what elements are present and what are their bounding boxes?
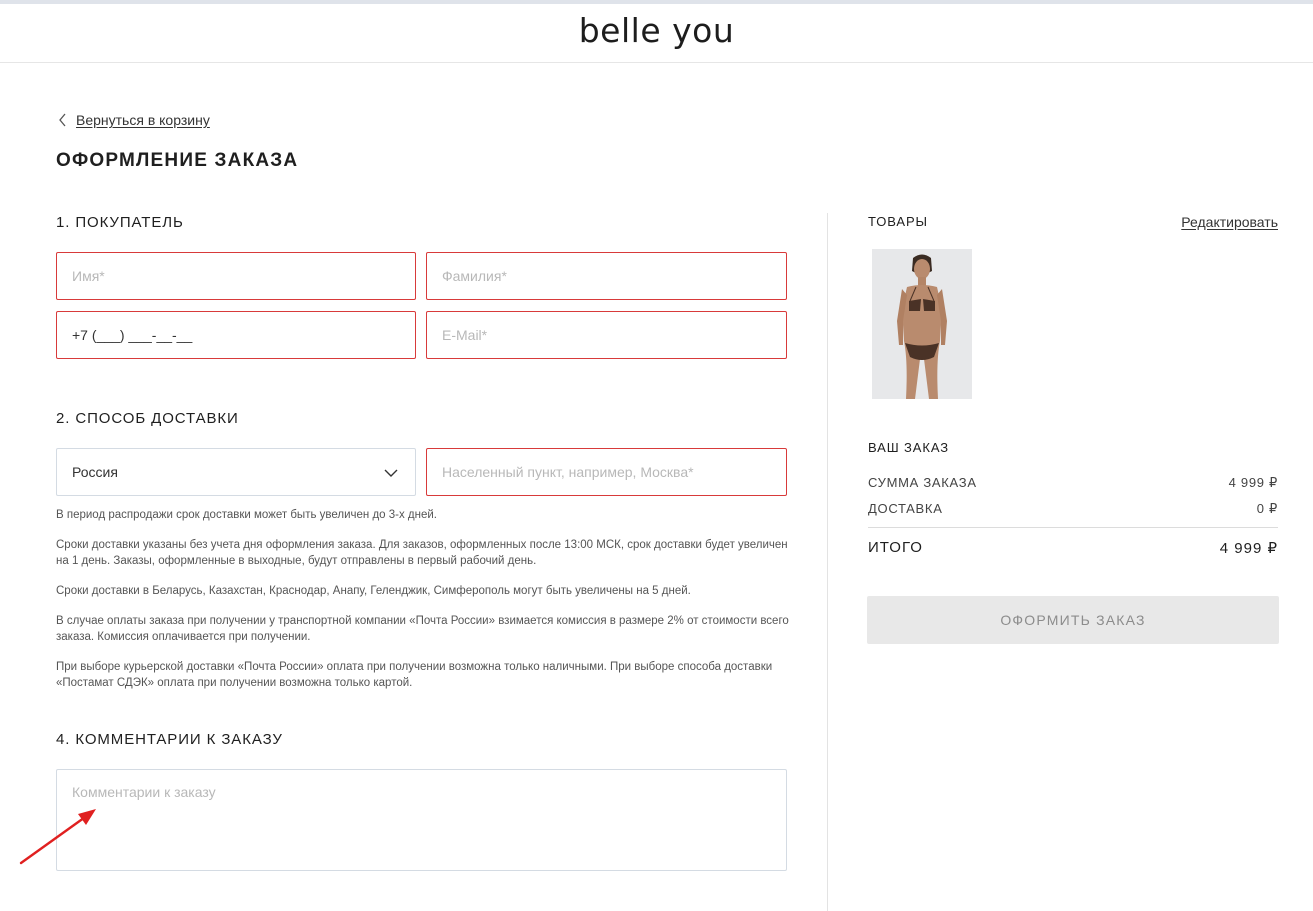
delivery-section-title: 2. СПОСОБ ДОСТАВКИ (56, 410, 239, 427)
last-name-input[interactable]: Фамилия* (426, 252, 787, 300)
product-thumbnail[interactable] (872, 249, 972, 399)
back-to-cart-label: Вернуться в корзину (76, 112, 210, 128)
comment-textarea[interactable]: Комментарии к заказу (56, 769, 787, 871)
annotation-arrow-icon (19, 809, 96, 865)
country-select-value: Россия (72, 464, 118, 480)
chevron-left-icon (59, 113, 66, 127)
phone-input[interactable]: +7 (___) ___-__-__ (56, 311, 416, 359)
delivery-note: В период распродажи срок доставки может … (56, 509, 438, 521)
goods-title: ТОВАРЫ (868, 214, 928, 229)
delivery-notes: В период распродажи срок доставки может … (56, 507, 791, 705)
first-name-input[interactable]: Имя* (56, 252, 416, 300)
delivery-note: Сроки доставки в Беларусь, Казахстан, Кр… (56, 585, 691, 597)
delivery-note: В случае оплаты заказа при получении у т… (56, 615, 789, 643)
total-row: ИТОГО 4 999 ₽ (868, 539, 1278, 557)
page-title: ОФОРМЛЕНИЕ ЗАКАЗА (56, 150, 299, 171)
chevron-down-icon (384, 469, 398, 477)
comments-section-title: 4. КОММЕНТАРИИ К ЗАКАЗУ (56, 731, 283, 748)
order-sum-label: СУММА ЗАКАЗА (868, 475, 977, 490)
brand-logo[interactable]: belle you (0, 11, 1313, 50)
order-title: ВАШ ЗАКАЗ (868, 440, 950, 455)
buyer-section-title: 1. ПОКУПАТЕЛЬ (56, 214, 184, 231)
column-divider (827, 213, 828, 911)
edit-cart-link[interactable]: Редактировать (1181, 214, 1278, 230)
order-sum-value: 4 999 ₽ (1228, 475, 1278, 490)
delivery-note: Сроки доставки указаны без учета дня офо… (56, 539, 788, 567)
summary-divider (868, 527, 1278, 528)
site-header: belle you (0, 4, 1313, 63)
product-image (872, 249, 972, 399)
delivery-note: При выборе курьерской доставки «Почта Ро… (56, 661, 773, 689)
place-order-button[interactable]: ОФОРМИТЬ ЗАКАЗ (867, 596, 1279, 644)
back-to-cart-link[interactable]: Вернуться в корзину (58, 112, 210, 128)
email-input[interactable]: E-Mail* (426, 311, 787, 359)
delivery-cost-value: 0 ₽ (1256, 501, 1278, 516)
total-label: ИТОГО (868, 539, 923, 556)
order-sum-row: СУММА ЗАКАЗА 4 999 ₽ (868, 475, 1278, 491)
delivery-cost-row: ДОСТАВКА 0 ₽ (868, 501, 1278, 517)
country-select[interactable]: Россия (56, 448, 416, 496)
city-input[interactable]: Населенный пункт, например, Москва* (426, 448, 787, 496)
total-value: 4 999 ₽ (1219, 540, 1278, 557)
delivery-cost-label: ДОСТАВКА (868, 501, 943, 516)
